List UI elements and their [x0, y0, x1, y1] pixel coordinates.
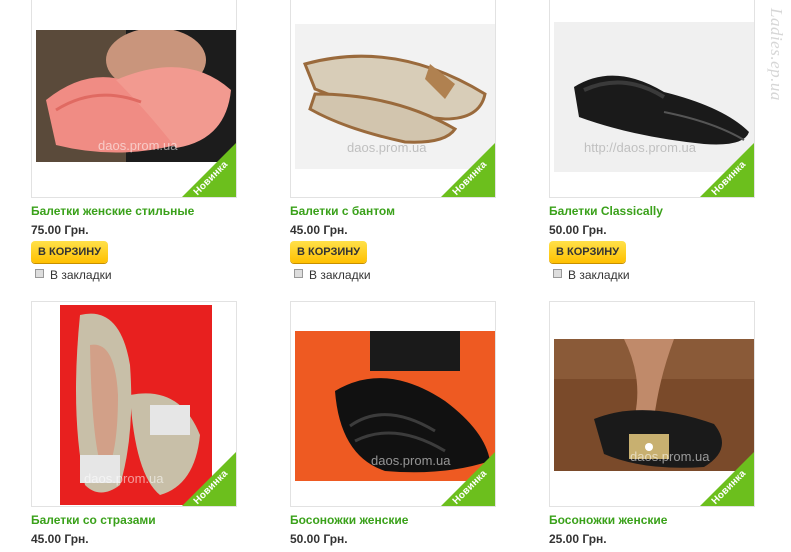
product-title[interactable]: Балетки со стразами — [31, 513, 156, 527]
photo-watermark: daos.prom.ua — [630, 449, 710, 464]
bookmark-label: В закладки — [568, 268, 630, 282]
site-watermark: Ladies.ep.ua — [767, 8, 786, 101]
new-badge: Новинка — [181, 451, 236, 506]
photo-watermark: daos.prom.ua — [371, 453, 451, 468]
add-to-cart-button[interactable]: В КОРЗИНУ — [290, 241, 368, 263]
product-price: 50.00 Грн. — [290, 532, 348, 546]
product-price: 45.00 Грн. — [290, 223, 348, 237]
photo-watermark: daos.prom.ua — [98, 138, 178, 153]
photo-watermark: daos.prom.ua — [347, 140, 427, 155]
bookmark-link[interactable]: В закладки — [294, 268, 371, 282]
product-thumbnail[interactable]: daos.prom.ua Новинка — [549, 301, 755, 507]
product-price: 25.00 Грн. — [549, 532, 607, 546]
photo-watermark: daos.prom.ua — [84, 471, 164, 486]
new-badge: Новинка — [699, 451, 754, 506]
product-thumbnail[interactable]: daos.prom.ua Новинка — [290, 301, 496, 507]
bookmark-link[interactable]: В закладки — [553, 268, 630, 282]
product-price: 75.00 Грн. — [31, 223, 89, 237]
product-title[interactable]: Босоножки женские — [290, 513, 408, 527]
photo-watermark: http://daos.prom.ua — [584, 140, 697, 155]
new-badge: Новинка — [181, 142, 236, 197]
product-thumbnail[interactable]: daos.prom.ua Новинка — [31, 0, 237, 198]
product-price: 45.00 Грн. — [31, 532, 89, 546]
new-badge: Новинка — [440, 142, 495, 197]
product-title[interactable]: Балетки Classically — [549, 204, 663, 218]
bookmark-link[interactable]: В закладки — [35, 268, 112, 282]
add-to-cart-button[interactable]: В КОРЗИНУ — [31, 241, 109, 263]
bookmark-icon — [35, 269, 44, 278]
product-thumbnail[interactable]: daos.prom.ua Новинка — [290, 0, 496, 198]
new-badge: Новинка — [440, 451, 495, 506]
bookmark-icon — [294, 269, 303, 278]
new-badge: Новинка — [699, 142, 754, 197]
bookmark-icon — [553, 269, 562, 278]
product-thumbnail[interactable]: http://daos.prom.ua Новинка — [549, 0, 755, 198]
bookmark-label: В закладки — [309, 268, 371, 282]
product-thumbnail[interactable]: daos.prom.ua Новинка — [31, 301, 237, 507]
product-title[interactable]: Босоножки женские — [549, 513, 667, 527]
product-title[interactable]: Балетки женские стильные — [31, 204, 194, 218]
product-title[interactable]: Балетки с бантом — [290, 204, 395, 218]
add-to-cart-button[interactable]: В КОРЗИНУ — [549, 241, 627, 263]
bookmark-label: В закладки — [50, 268, 112, 282]
product-price: 50.00 Грн. — [549, 223, 607, 237]
